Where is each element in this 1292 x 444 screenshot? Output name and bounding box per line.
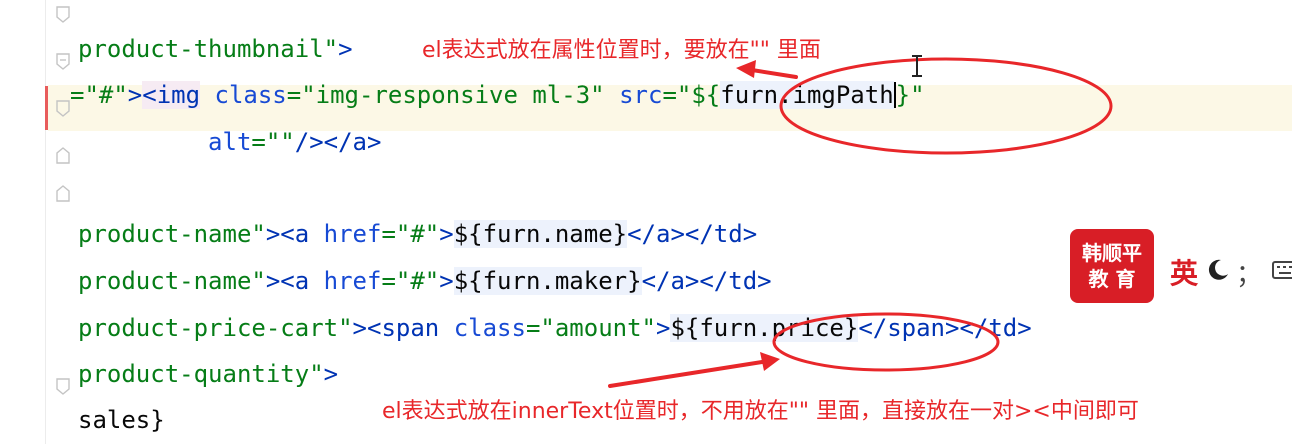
arrow-to-thumbnail bbox=[750, 68, 798, 79]
logo-text-line1: 韩顺平 bbox=[1082, 241, 1142, 265]
highlight-ellipse-imgpath bbox=[779, 57, 1113, 155]
arrow-head-icon bbox=[736, 60, 756, 78]
arrow-head-icon bbox=[760, 352, 780, 371]
highlight-ellipse-price bbox=[772, 312, 1000, 372]
keyboard-icon[interactable] bbox=[1272, 260, 1292, 284]
watermark-logo: 韩顺平 教 育 bbox=[1070, 229, 1154, 303]
ime-punctuation-toggle[interactable]: ； bbox=[1236, 254, 1262, 291]
arrow-to-price bbox=[608, 360, 764, 388]
moon-icon[interactable] bbox=[1206, 258, 1230, 286]
ime-toolbar[interactable]: 英 ； bbox=[1160, 241, 1292, 303]
annotation-drawings bbox=[608, 55, 1113, 388]
ime-language-toggle[interactable]: 英 bbox=[1170, 252, 1198, 292]
logo-text-line2: 教 育 bbox=[1088, 267, 1136, 291]
